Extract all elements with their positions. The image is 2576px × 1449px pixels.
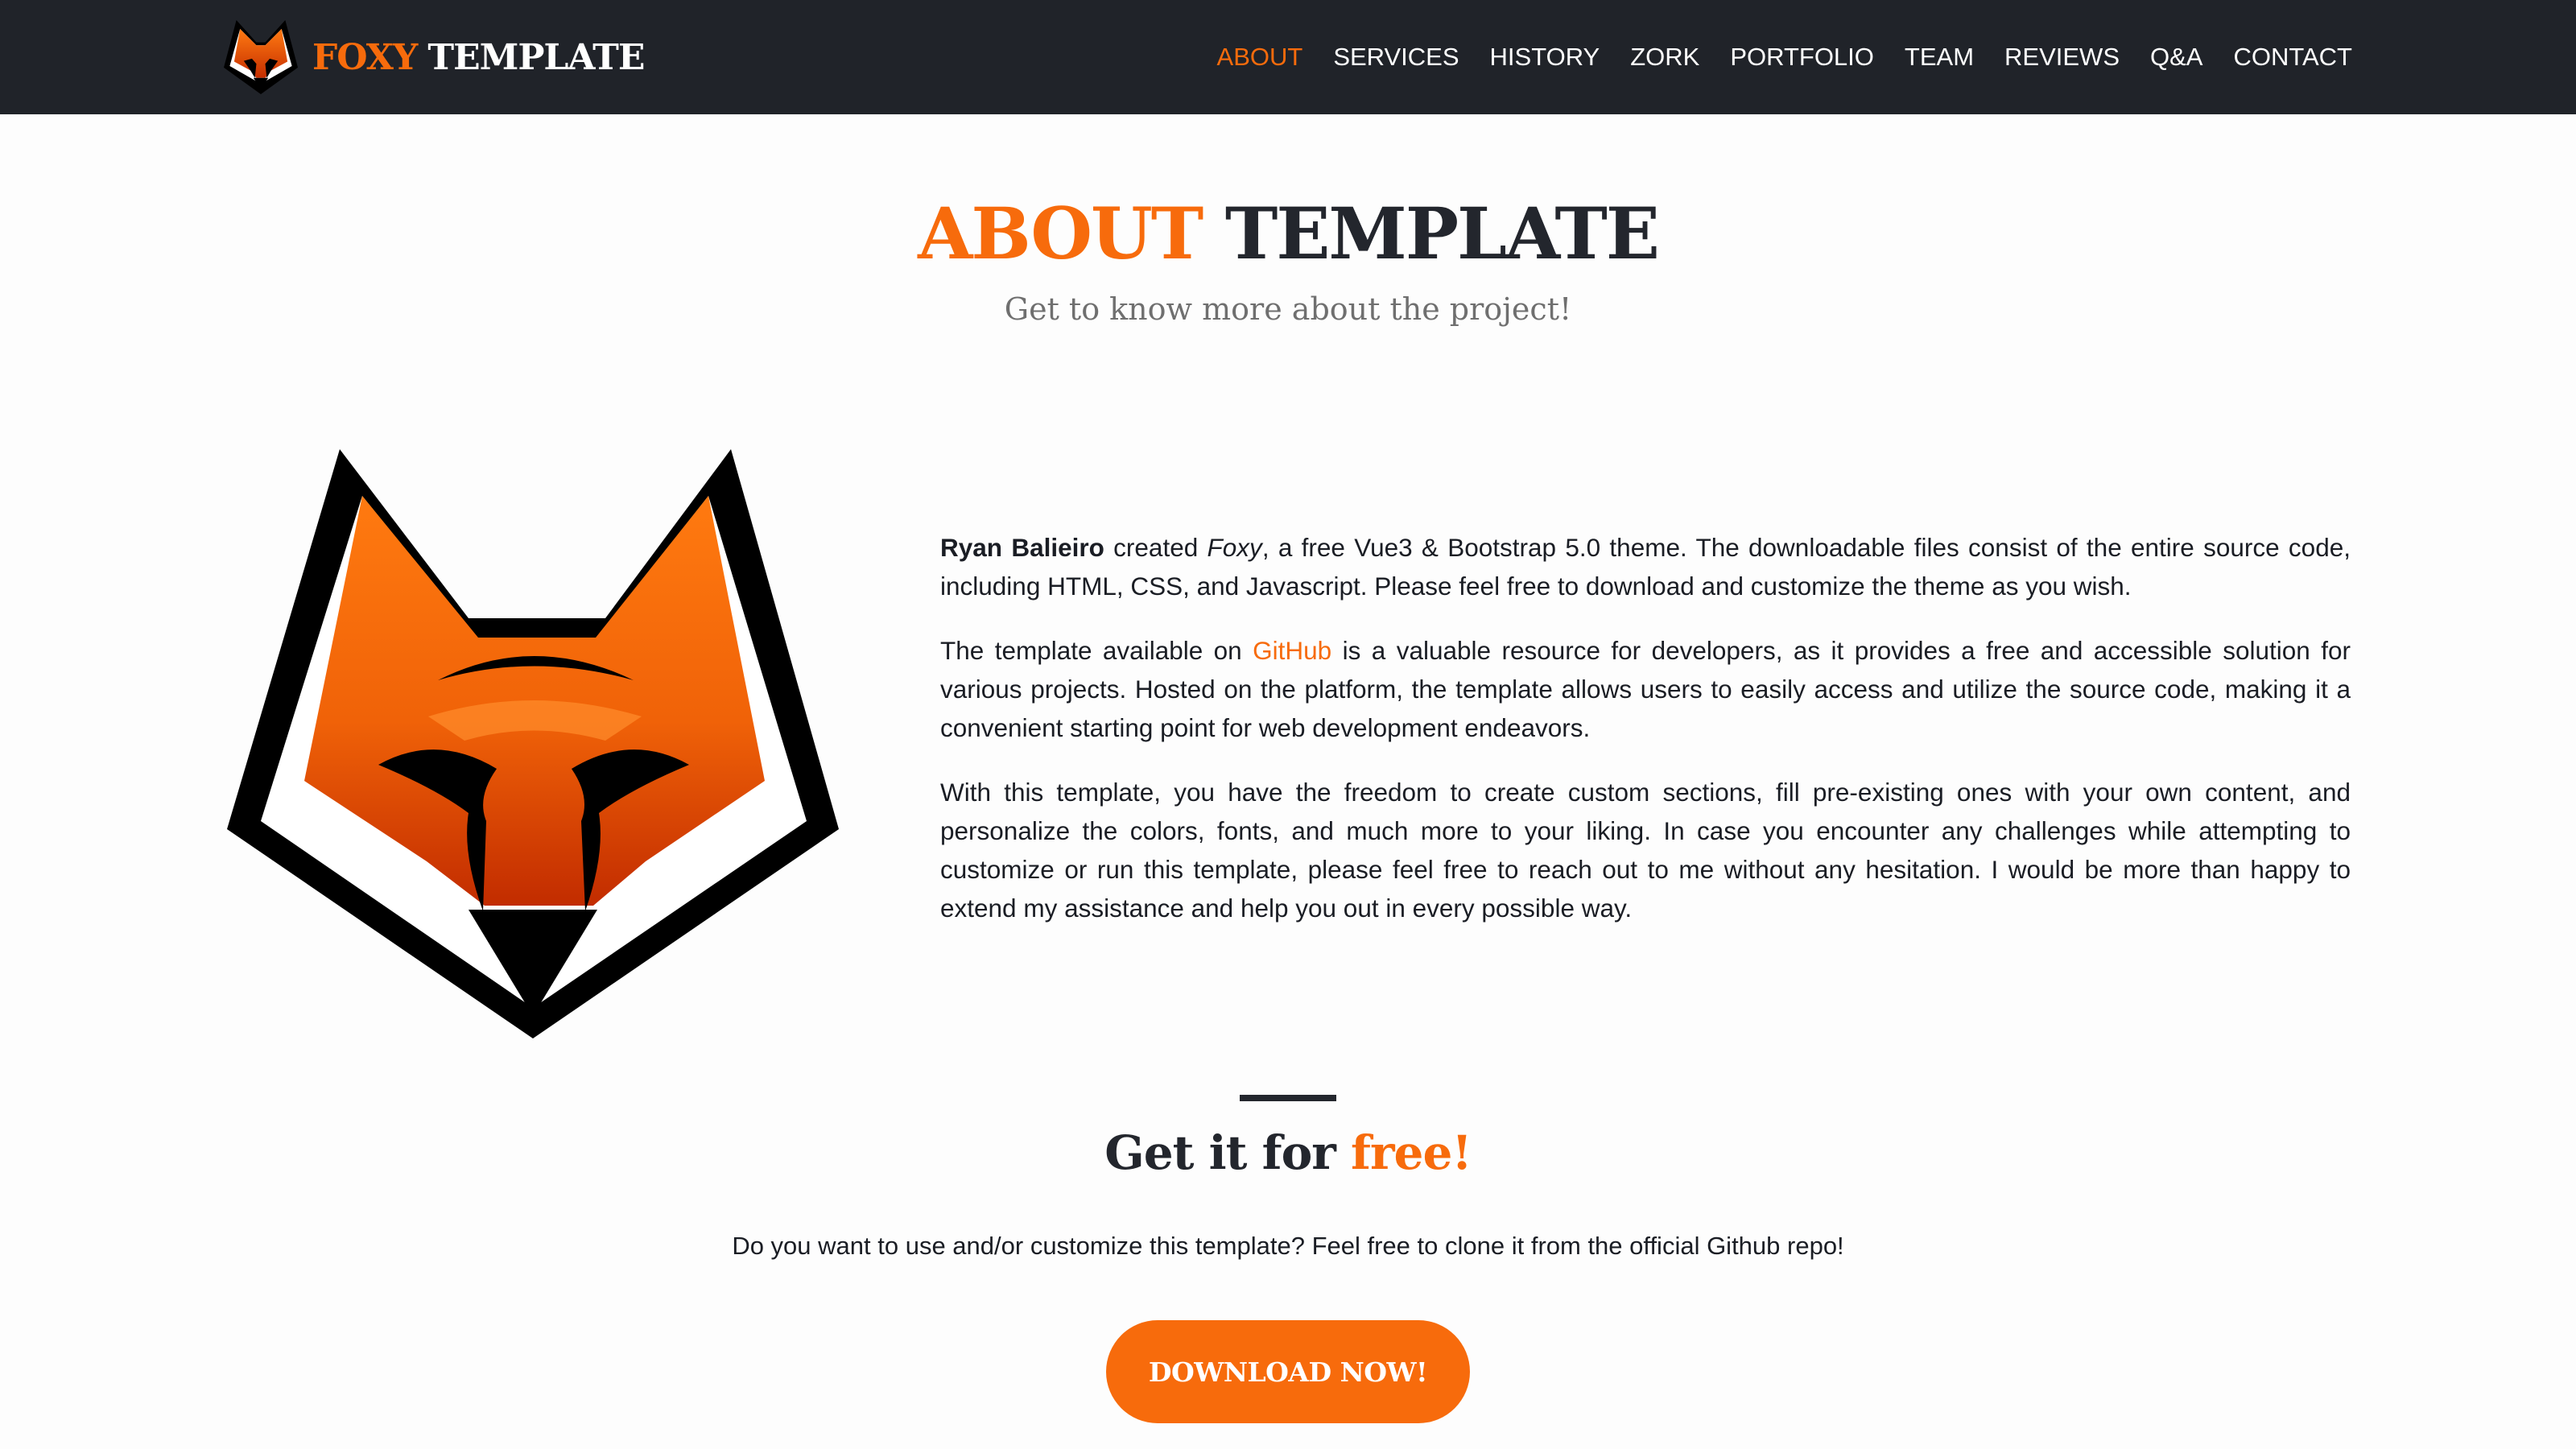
cta-divider [1240,1095,1336,1101]
brand-name-accent: FOXY [312,36,418,78]
cta-title-text: Get it for [1104,1125,1336,1180]
cta-title: Get it for free! [0,1125,2576,1180]
main-nav: ABOUT SERVICES HISTORY ZORK PORTFOLIO TE… [1187,0,2352,114]
about-paragraph-1: Ryan Balieiro created Foxy, a free Vue3 … [940,528,2351,605]
about-paragraph-2: The template available on GitHub is a va… [940,631,2351,747]
nav-item-contact[interactable]: CONTACT [2233,43,2352,72]
about-paragraph-3: With this template, you have the freedom… [940,778,2351,923]
created-text: created [1113,533,1199,562]
brand-name: TEMPLATE [427,36,645,78]
navbar: FOXY TEMPLATE ABOUT SERVICES HISTORY ZOR… [0,0,2576,114]
nav-item-qa[interactable]: Q&A [2150,43,2202,72]
nav-item-portfolio[interactable]: PORTFOLIO [1730,43,1874,72]
about-text: Ryan Balieiro created Foxy, a free Vue3 … [940,528,2351,953]
fox-logo-icon [227,449,839,1038]
nav-item-team[interactable]: TEAM [1905,43,1974,72]
nav-item-zork[interactable]: ZORK [1630,43,1699,72]
nav-item-history[interactable]: HISTORY [1490,43,1600,72]
cta-text: Do you want to use and/or customize this… [732,1232,1844,1260]
section-subtitle: Get to know more about the project! [1004,291,1572,327]
brand-link[interactable]: FOXY TEMPLATE [224,13,645,101]
paragraph-2-before: The template available on [940,636,1242,665]
section-title-rest: TEMPLATE [1224,192,1660,275]
github-link[interactable]: GitHub [1253,636,1331,665]
cta-title-accent: free! [1351,1125,1472,1180]
section-title: ABOUT TEMPLATE [0,192,2576,275]
section-title-accent: ABOUT [918,192,1203,275]
nav-item-reviews[interactable]: REVIEWS [2004,43,2120,72]
download-button[interactable]: DOWNLOAD NOW! [1106,1320,1470,1423]
nav-item-about[interactable]: ABOUT [1217,43,1303,72]
author-name: Ryan Balieiro [940,533,1104,562]
fox-head-icon [224,20,298,94]
theme-name: Foxy [1207,533,1262,562]
nav-item-services[interactable]: SERVICES [1333,43,1459,72]
